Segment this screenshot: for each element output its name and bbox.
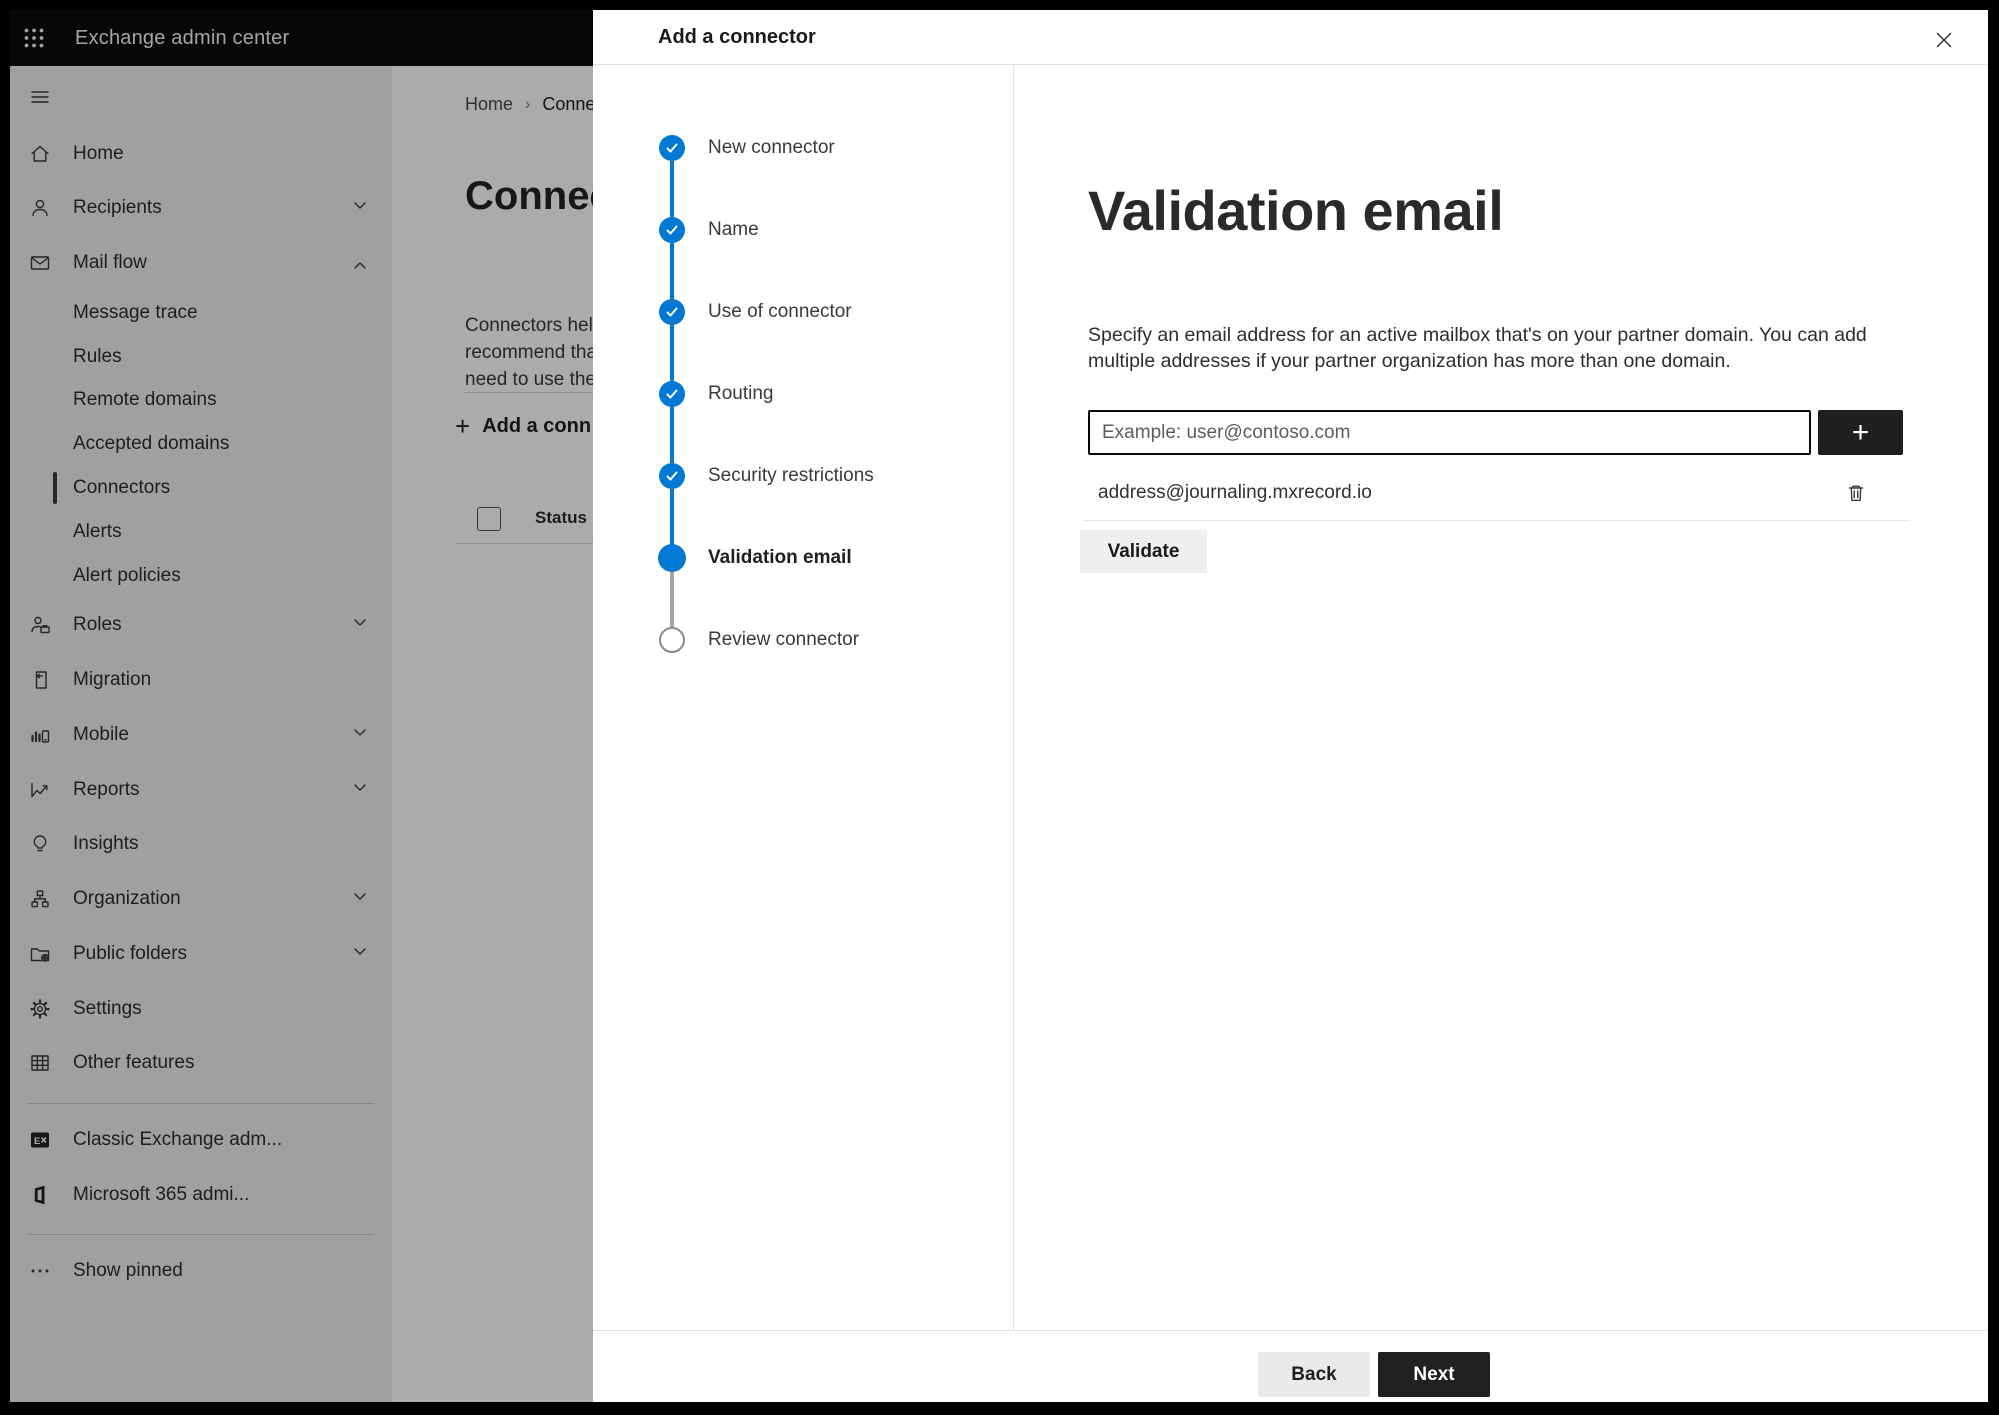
wizard-steps-column: New connector Name Use of connector Rout… (593, 65, 1014, 1330)
address-value: address@journaling.mxrecord.io (1098, 482, 1372, 503)
step-current-icon (658, 544, 686, 572)
step-label: Validation email (708, 547, 852, 568)
exchange-admin-center-app: Exchange admin center Home Recipients Ma… (10, 10, 1988, 1402)
wizard-step-new-connector[interactable]: New connector (593, 128, 1013, 168)
step-upcoming-icon (659, 627, 685, 653)
validation-email-input[interactable] (1088, 410, 1811, 455)
close-icon[interactable] (1930, 26, 1958, 54)
divider (1083, 520, 1910, 521)
modal-header: Add a connector (593, 10, 1988, 65)
step-connector-line (670, 489, 674, 545)
wizard-step-validation-email[interactable]: Validation email (593, 538, 1013, 578)
modal-footer-divider (593, 1330, 1988, 1331)
wizard-step-use-of-connector[interactable]: Use of connector (593, 292, 1013, 332)
screenshot-frame: Exchange admin center Home Recipients Ma… (0, 0, 1999, 1415)
trash-icon[interactable] (1841, 478, 1871, 508)
step-connector-line (670, 572, 674, 627)
wizard-step-routing[interactable]: Routing (593, 374, 1013, 414)
add-connector-modal: Add a connector New connector Name Use o… (593, 10, 1988, 1402)
back-button[interactable]: Back (1258, 1352, 1370, 1397)
step-connector-line (670, 161, 674, 217)
next-button[interactable]: Next (1378, 1352, 1490, 1397)
step-label: Use of connector (708, 301, 852, 322)
wizard-step-review-connector[interactable]: Review connector (593, 620, 1013, 660)
address-list-item: address@journaling.mxrecord.io (1088, 468, 1911, 518)
wizard-step-security-restrictions[interactable]: Security restrictions (593, 456, 1013, 496)
step-complete-icon (659, 463, 685, 489)
step-label: Security restrictions (708, 465, 874, 486)
step-label: Routing (708, 383, 774, 404)
modal-title: Add a connector (658, 25, 816, 48)
step-complete-icon (659, 299, 685, 325)
validate-button[interactable]: Validate (1080, 530, 1207, 573)
step-complete-icon (659, 135, 685, 161)
step-complete-icon (659, 217, 685, 243)
step-label: Review connector (708, 629, 860, 650)
plus-icon: + (1851, 415, 1870, 449)
step-label: New connector (708, 137, 835, 158)
step-connector-line (670, 243, 674, 299)
step-label: Name (708, 219, 759, 240)
add-address-button[interactable]: + (1818, 410, 1903, 455)
step-complete-icon (659, 381, 685, 407)
step-connector-line (670, 325, 674, 381)
step-connector-line (670, 407, 674, 463)
panel-heading: Validation email (1088, 179, 1504, 242)
panel-description: Specify an email address for an active m… (1088, 324, 1867, 372)
wizard-step-name[interactable]: Name (593, 210, 1013, 250)
